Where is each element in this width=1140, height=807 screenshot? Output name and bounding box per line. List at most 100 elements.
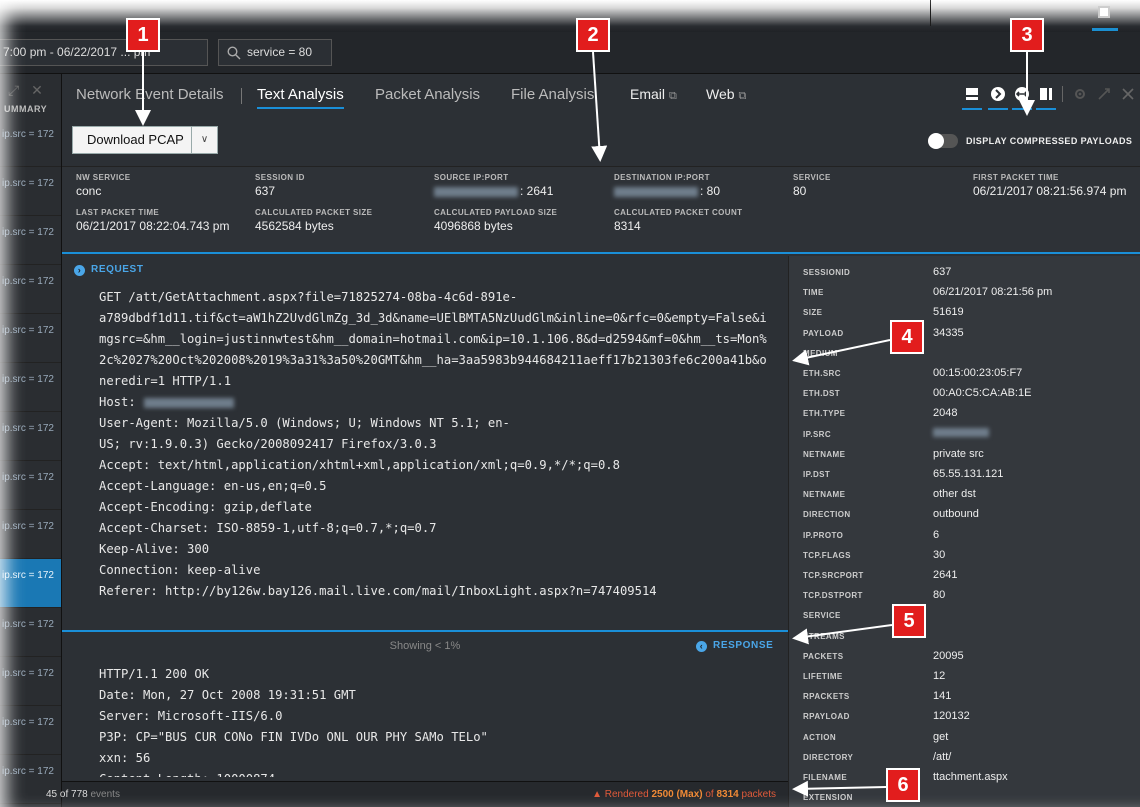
list-item[interactable]: ip.src = 172 [0,461,61,510]
meta-row[interactable]: IP.SRC [803,426,1133,446]
list-item[interactable]: ip.src = 172 [0,657,61,706]
divider [930,0,931,26]
meta-row[interactable]: ACTION get [803,729,1133,749]
request-line: Connection: keep-alive [99,563,261,577]
meta-value[interactable] [933,427,989,440]
meta-value[interactable]: 2048 [933,407,957,419]
meta-value[interactable]: 51619 [933,306,964,318]
forward-icon[interactable] [990,86,1006,102]
list-item[interactable]: ip.src = 172 [0,706,61,755]
meta-key: NETNAME [803,449,846,459]
layout-icon[interactable] [1098,6,1110,18]
meta-row[interactable]: RPAYLOAD 120132 [803,708,1133,728]
meta-value[interactable]: 12 [933,670,945,682]
meta-value[interactable]: 00:15:00:23:05:F7 [933,367,1022,379]
meta-row[interactable]: STREAMS [803,628,1133,648]
chevron-down-icon[interactable]: ∨ [191,127,217,153]
request-line: Keep-Alive: 300 [99,542,210,556]
meta-row[interactable]: SIZE 51619 [803,304,1133,324]
request-line: Host: [99,395,767,416]
meta-value[interactable]: 06/21/2017 08:21:56 pm [933,286,1052,298]
meta-row[interactable]: FILENAME ttachment.aspx [803,769,1133,789]
meta-value[interactable]: 00:A0:C5:CA:AB:1E [933,387,1031,399]
split-view-icon[interactable] [1038,86,1054,102]
tab-email[interactable]: Email ⧉ [630,86,677,103]
collapse-icon[interactable] [1096,86,1112,102]
meta-row[interactable]: ETH.DST 00:A0:C5:CA:AB:1E [803,385,1133,405]
meta-row[interactable]: TIME 06/21/2017 08:21:56 pm [803,284,1133,304]
meta-row[interactable]: IP.DST 65.55.131.121 [803,466,1133,486]
meta-value[interactable]: 141 [933,690,951,702]
tab-packet-analysis[interactable]: Packet Analysis [375,86,480,103]
close-icon[interactable]: ✕ [31,82,43,98]
download-pcap-button[interactable]: Download PCAP ∨ [72,126,218,154]
meta-row[interactable]: ETH.TYPE 2048 [803,405,1133,425]
meta-row[interactable]: NETNAME other dst [803,486,1133,506]
meta-row[interactable]: TCP.DSTPORT 80 [803,587,1133,607]
bidirectional-icon[interactable] [1014,86,1030,102]
meta-row[interactable]: TCP.FLAGS 30 [803,547,1133,567]
meta-value[interactable]: 2641 [933,569,957,581]
meta-value[interactable]: private src [933,448,984,460]
meta-row[interactable]: PACKETS 20095 [803,648,1133,668]
meta-value[interactable]: 6 [933,529,939,541]
meta-value[interactable]: /att/ [933,751,951,763]
tab-web[interactable]: Web ⧉ [706,86,746,103]
time-range-field[interactable]: 7:00 pm - 06/22/2017 ... pm [0,39,208,66]
response-line: xxn: 56 [99,751,151,765]
list-item[interactable]: ip.src = 172 [0,559,61,608]
list-item[interactable]: ip.src = 172 [0,412,61,461]
meta-row[interactable]: SERVICE [803,607,1133,627]
query-field[interactable]: service = 80 [218,39,332,66]
compressed-payloads-toggle[interactable] [928,133,958,149]
tab-file-analysis[interactable]: File Analysis [511,86,594,103]
redacted-value [143,397,234,408]
request-only-icon[interactable] [964,86,980,102]
meta-value[interactable]: 80 [933,589,945,601]
meta-value[interactable]: 120132 [933,710,970,722]
list-item[interactable]: ip.src = 172 [0,265,61,314]
meta-payload-size: CALCULATED PAYLOAD SIZE 4096868 bytes [434,208,558,233]
meta-destination: DESTINATION IP:PORT: 80 [614,173,721,198]
tab-text-analysis[interactable]: Text Analysis [257,86,344,109]
list-item[interactable]: ip.src = 172 [0,363,61,412]
list-item[interactable]: ip.src = 172 [0,167,61,216]
tab-network-event-details[interactable]: Network Event Details [76,86,224,103]
meta-row[interactable]: TCP.SRCPORT 2641 [803,567,1133,587]
meta-row[interactable]: ETH.SRC 00:15:00:23:05:F7 [803,365,1133,385]
meta-value[interactable]: 20095 [933,650,964,662]
meta-row[interactable]: MEDIUM [803,345,1133,365]
meta-row[interactable]: NETNAME private src [803,446,1133,466]
meta-value[interactable]: outbound [933,508,979,520]
meta-value[interactable]: 65.55.131.121 [933,468,1003,480]
meta-value[interactable]: ttachment.aspx [933,771,1008,783]
request-line: GET /att/GetAttachment.aspx?file=7182527… [99,290,518,304]
meta-row[interactable]: IP.PROTO 6 [803,527,1133,547]
meta-row[interactable]: DIRECTION outbound [803,506,1133,526]
close-icon[interactable] [1120,86,1136,102]
meta-value[interactable]: other dst [933,488,976,500]
settings-icon[interactable] [1072,86,1088,102]
meta-row[interactable]: PAYLOAD 34335 [803,325,1133,345]
meta-row[interactable]: DIRECTORY/att/ [803,749,1133,769]
meta-key: IP.SRC [803,429,832,439]
list-item[interactable]: ip.src = 172 [0,216,61,265]
response-header[interactable]: ‹ RESPONSE [696,640,773,652]
meta-value[interactable]: get [933,731,948,743]
list-item[interactable]: ip.src = 172 [0,118,61,167]
tab-bar: Network Event Details Text Analysis Pack… [62,74,1140,118]
list-item[interactable]: ip.src = 172 [0,510,61,559]
request-header[interactable]: › REQUEST [74,264,144,276]
meta-row[interactable]: RPACKETS 141 [803,688,1133,708]
list-item[interactable]: ip.src = 172 [0,314,61,363]
meta-key: PACKETS [803,651,844,661]
meta-value[interactable]: 30 [933,549,945,561]
meta-row[interactable]: SESSIONID 637 [803,264,1133,284]
meta-row[interactable]: LIFETIME 12 [803,668,1133,688]
expand-icon[interactable]: ⤢ [8,82,19,98]
meta-value[interactable]: 34335 [933,327,964,339]
meta-service: SERVICE 80 [793,173,831,198]
meta-row[interactable]: EXTENSION [803,789,1133,807]
meta-value[interactable]: 637 [933,266,951,278]
list-item[interactable]: ip.src = 172 [0,608,61,657]
